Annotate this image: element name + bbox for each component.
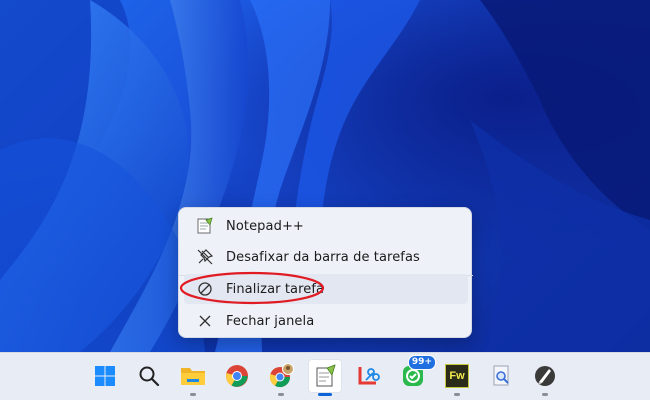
fireworks-icon-label: Fw <box>449 370 465 382</box>
menu-item-close-window[interactable]: Fechar janela <box>184 306 468 336</box>
menu-item-label: Finalizar tarefa <box>226 281 325 297</box>
running-indicator <box>190 393 196 396</box>
taskbar-messaging[interactable]: 99+ <box>396 355 436 393</box>
notification-badge: 99+ <box>407 355 436 370</box>
taskbar-notepad-plus-plus[interactable] <box>308 359 342 396</box>
menu-item-notepad-plus-plus[interactable]: Notepad++ <box>184 211 468 241</box>
magnifier-icon <box>493 365 509 386</box>
menu-item-end-task[interactable]: Finalizar tarefa <box>184 274 468 304</box>
menu-item-unpin[interactable]: Desafixar da barra de tarefas <box>184 242 468 272</box>
running-indicator <box>454 393 460 396</box>
notepad-plus-plus-icon <box>316 364 336 387</box>
snipping-tool-icon <box>358 367 380 385</box>
taskbar: 99+ Fw <box>0 352 650 400</box>
fireworks-icon: Fw <box>445 364 469 388</box>
taskbar-fireworks[interactable]: Fw <box>440 359 474 396</box>
taskbar-search-button[interactable] <box>132 359 166 393</box>
chrome-icon <box>226 365 248 387</box>
windows-logo-icon <box>95 366 115 386</box>
running-indicator <box>278 393 284 396</box>
taskbar-start-button[interactable] <box>88 359 122 393</box>
folder-icon <box>181 368 205 385</box>
taskbar-context-menu: Notepad++ Desafixar da barra de tarefas … <box>178 207 473 338</box>
taskbar-inkscape[interactable] <box>528 359 562 396</box>
inkscape-icon <box>535 366 555 386</box>
taskbar-snipping-tool[interactable] <box>352 359 386 393</box>
close-icon <box>188 314 222 328</box>
running-indicator <box>542 393 548 396</box>
taskbar-magnifier[interactable] <box>484 359 518 393</box>
menu-item-label: Fechar janela <box>226 313 315 329</box>
menu-item-label: Notepad++ <box>226 218 304 234</box>
chrome-profile-icon <box>269 363 294 388</box>
notepad-plus-plus-icon <box>188 217 222 235</box>
end-task-icon <box>188 281 222 297</box>
unpin-icon <box>188 249 222 265</box>
active-indicator <box>318 393 332 396</box>
search-icon <box>139 366 160 387</box>
taskbar-file-explorer[interactable] <box>176 359 210 396</box>
taskbar-chrome-profile[interactable] <box>264 359 298 396</box>
menu-item-label: Desafixar da barra de tarefas <box>226 249 420 265</box>
taskbar-chrome[interactable] <box>220 359 254 393</box>
